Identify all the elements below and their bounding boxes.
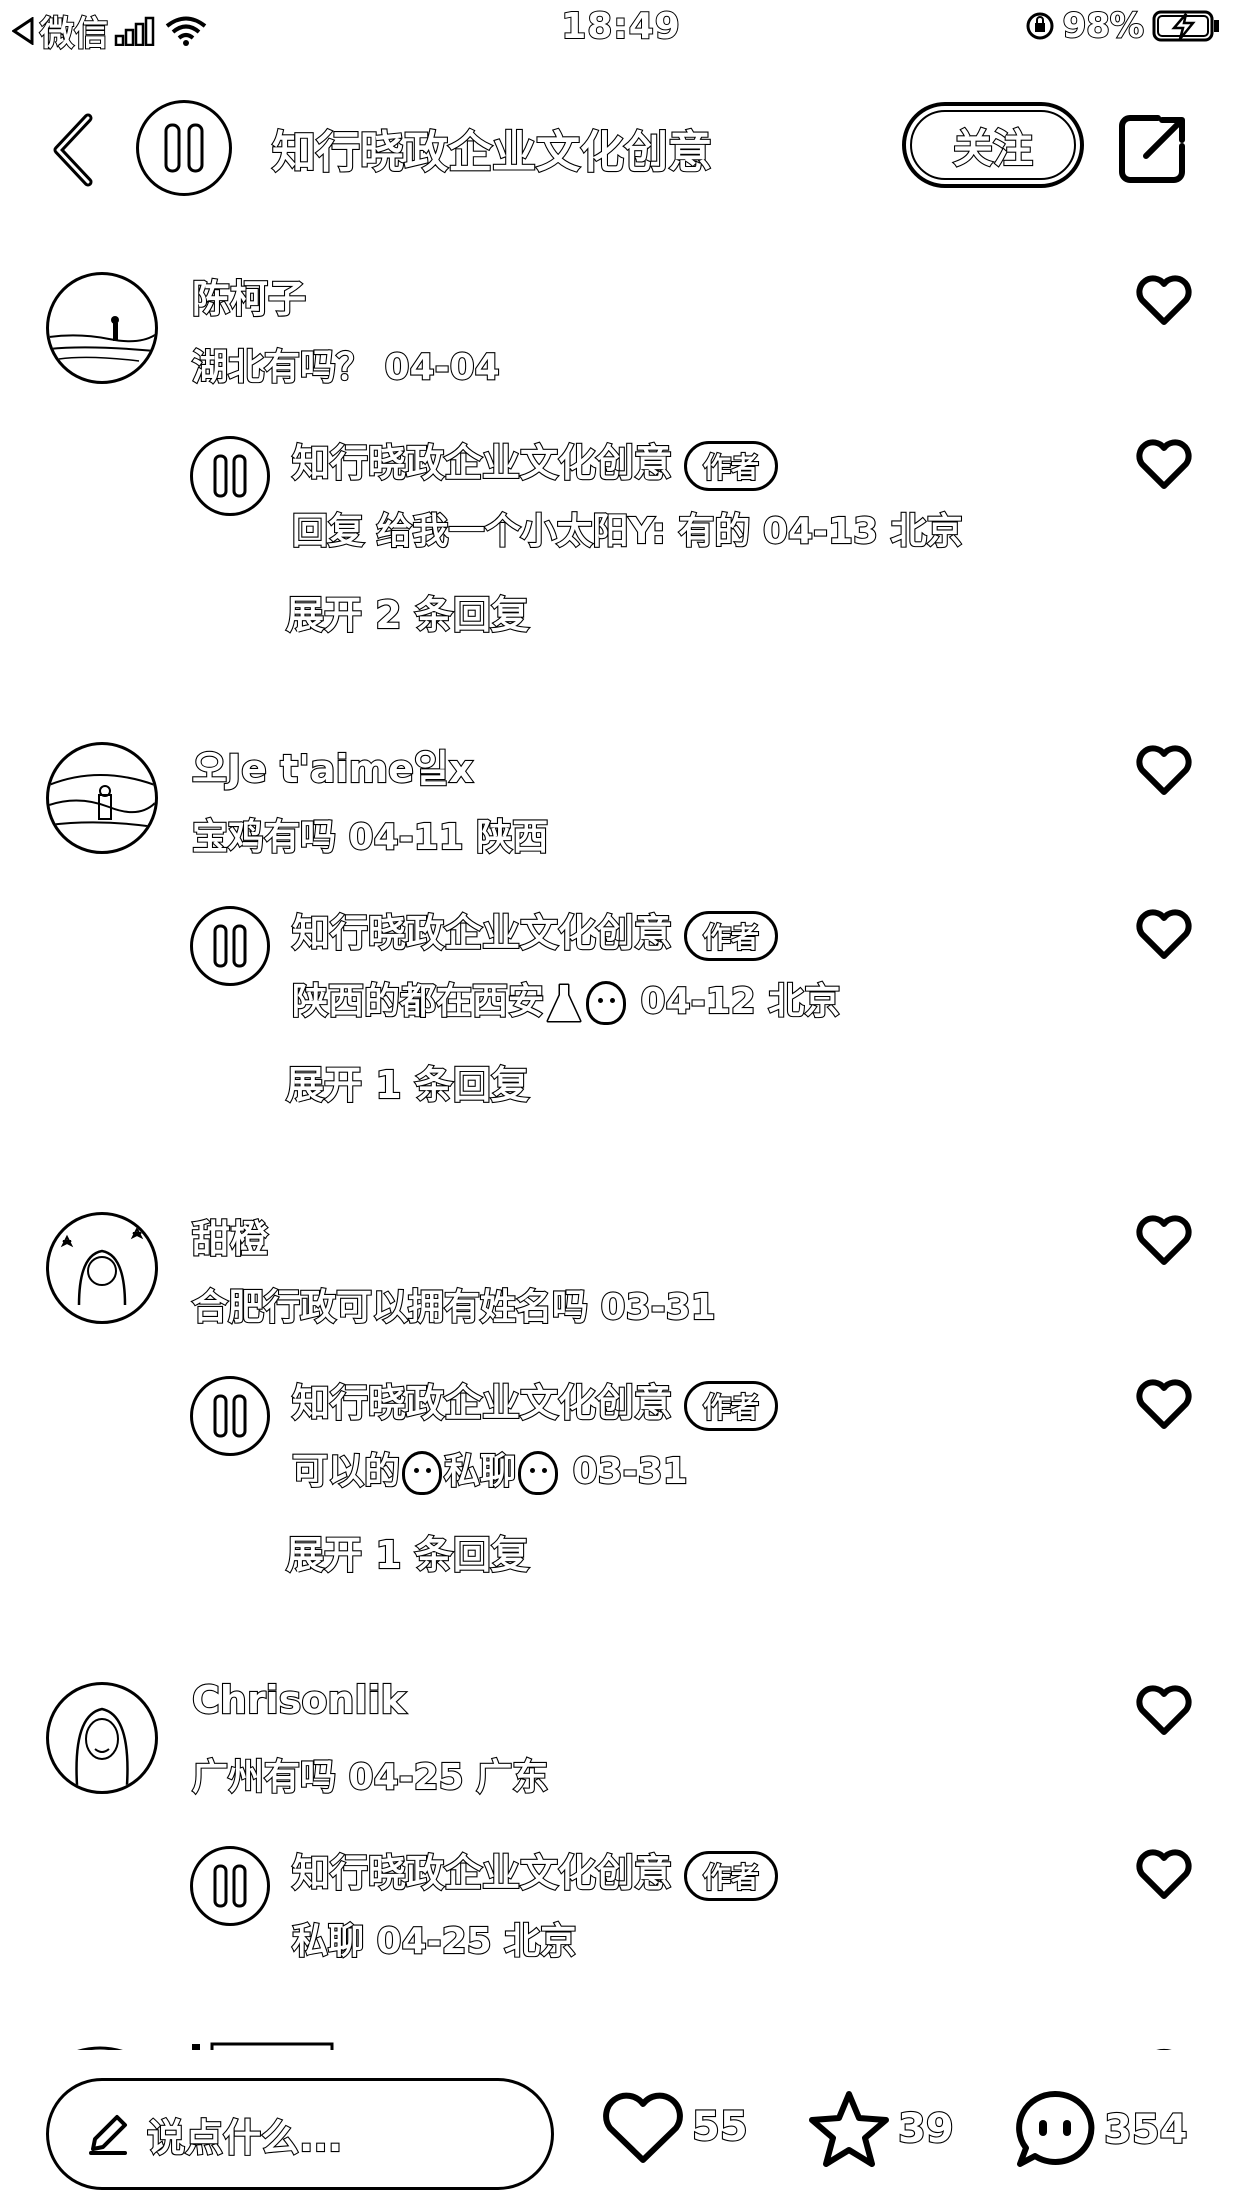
reply-text-part: 私聊 [443,1450,517,1493]
comment-input-placeholder: 说点什么... [146,2114,344,2160]
reply-text: 陕西的都在西安 04-12 北京 [291,972,841,1025]
like-count: 55 [691,2103,749,2151]
heart-icon[interactable] [1134,272,1194,328]
reply-text: 回复 给我一个小太阳Y: 有的 04-13 北京 [291,510,964,553]
comment-text: 合肥行政可以拥有姓名吗 03-31 [191,1286,717,1329]
comment-button[interactable]: 354 [1012,2088,1189,2172]
nav-bar: 知行晓政企业文化创意 关注 [0,90,1242,210]
heart-icon[interactable] [1134,1682,1194,1738]
heart-icon[interactable] [1134,1212,1194,1268]
comment-text: 湖北有吗？ 04-04 [191,346,501,389]
reply-avatar[interactable] [190,906,270,986]
avatar-image [60,1226,144,1306]
next-comment-partial [0,2030,1242,2050]
comment-thread: 甜橙 合肥行政可以拥有姓名吗 03-31 知行晓政企业文化创意 作者 可以的 私聊 … [0,1180,1242,1650]
reply-author-name: 知行晓政企业文化创意 [291,910,673,956]
comment-list: 陈柯子 湖北有吗？ 04-04 知行晓政企业文化创意 作者 回复 给我一个小太阳Y… [0,240,1242,2050]
comment-input[interactable]: 说点什么... [46,2078,554,2190]
reply-author[interactable]: 知行晓政企业文化创意 作者 [291,1842,779,1901]
comment-thread: Chrisonlik 广州有吗 04-25 广东 知行晓政企业文化创意 作者 私聊… [0,1650,1242,2050]
reply-author-name: 知行晓政企业文化创意 [291,1380,673,1426]
follow-button[interactable]: 关注 [902,102,1084,188]
reply-text: 可以的 私聊 03-31 [291,1442,689,1495]
bottom-bar: 说点什么... 55 39 354 [0,2060,1242,2208]
reply-author-name: 知行晓政企业文化创意 [291,440,673,486]
reply-text-part: 04-12 北京 [628,980,841,1023]
expand-replies-button[interactable]: 展开 2 条回复 [285,584,530,639]
comment-text: 广州有吗 04-25 广东 [191,1756,549,1799]
commenter-name[interactable]: 甜橙 [191,1208,269,1263]
comment-thread: 오Je t'aime일x 宝鸡有吗 04-11 陕西 知行晓政企业文化创意 作者 … [0,710,1242,1180]
commenter-name[interactable]: 陈柯子 [191,268,307,323]
heart-icon[interactable] [1134,1846,1194,1902]
avatar-pause-mark [213,924,247,968]
author-badge: 作者 [684,1850,779,1901]
heart-icon[interactable] [1134,906,1194,962]
avatar[interactable] [46,742,158,854]
author-badge: 作者 [684,1380,779,1431]
author-avatar[interactable] [136,100,232,196]
avatar-image [49,774,155,828]
blob-emoji-icon [586,981,627,1025]
reply-text: 私聊 04-25 北京 [291,1920,577,1963]
avatar[interactable] [46,1682,158,1794]
comment-text: 宝鸡有吗 04-11 陕西 [191,816,549,859]
battery-charging-icon [1152,10,1219,42]
heart-icon[interactable] [1134,436,1194,492]
avatar-pause-mark [213,1864,247,1908]
heart-icon[interactable] [1134,1376,1194,1432]
avatar[interactable] [46,1212,158,1324]
reply-text-part: 可以的 [291,1450,401,1493]
favorite-button[interactable]: 39 [806,2088,955,2170]
pencil-icon [89,2115,127,2155]
chevron-left-icon[interactable] [48,112,98,188]
chat-bubble-icon [1016,2090,1095,2167]
author-badge: 作者 [684,440,779,491]
expand-replies-button[interactable]: 展开 1 条回复 [285,1054,530,1109]
status-bar: 微信 18:49 98% [0,0,1242,64]
star-icon [809,2091,889,2167]
reply-avatar[interactable] [190,1376,270,1456]
reply-author[interactable]: 知行晓政企业文化创意 作者 [291,1372,779,1431]
expand-replies-button[interactable]: 展开 1 条回复 [285,1524,530,1579]
dress-emoji-icon [546,983,582,1023]
reply-author[interactable]: 知行晓政企业文化创意 作者 [291,902,779,961]
avatar-image [49,316,155,362]
comment-count: 354 [1103,2106,1189,2154]
blob-emoji-icon [402,1451,443,1495]
reply-avatar[interactable] [190,1846,270,1926]
battery-percent: 98% [1062,5,1145,47]
reply-avatar[interactable] [190,436,270,516]
avatar-pause-mark [164,123,204,173]
heart-icon[interactable] [1134,742,1194,798]
avatar-pause-mark [213,1394,247,1438]
comment-thread: 陈柯子 湖北有吗？ 04-04 知行晓政企业文化创意 作者 回复 给我一个小太阳Y… [0,240,1242,710]
reply-text-part: 陕西的都在西安 [291,980,545,1023]
share-icon[interactable] [1118,112,1190,184]
partial-avatar-edge [77,2042,1172,2050]
avatar-pause-mark [213,454,247,498]
commenter-name[interactable]: 오Je t'aime일x [191,738,475,793]
avatar-image [75,1707,129,1786]
reply-author[interactable]: 知行晓政企业文化创意 作者 [291,432,779,491]
commenter-name[interactable]: Chrisonlik [191,1677,407,1723]
favorite-count: 39 [897,2105,955,2153]
heart-icon [603,2092,683,2163]
author-badge: 作者 [684,910,779,961]
orientation-lock-icon [1026,12,1054,40]
reply-author-name: 知行晓政企业文化创意 [291,1850,673,1896]
author-name[interactable]: 知行晓政企业文化创意 [271,116,713,180]
reply-text-part: 03-31 [560,1450,688,1493]
like-button[interactable]: 55 [600,2088,749,2166]
follow-button-label: 关注 [952,125,1034,173]
blob-emoji-icon [518,1451,559,1495]
status-right: 98% [1025,5,1222,47]
avatar[interactable] [46,272,158,384]
